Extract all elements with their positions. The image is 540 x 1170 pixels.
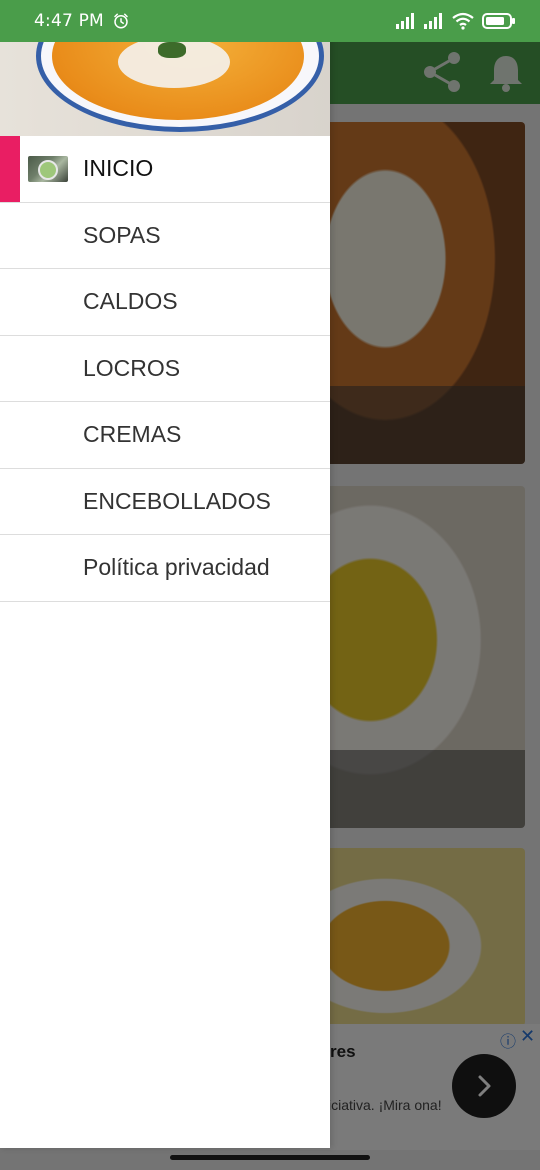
drawer-item-encebollados[interactable]: ENCEBOLLADOS — [0, 469, 330, 535]
soup-image-herb — [158, 42, 186, 58]
drawer-item-sopas[interactable]: SOPAS — [0, 203, 330, 269]
drawer-item-cremas[interactable]: CREMAS — [0, 402, 330, 469]
status-time: 4:47 PM — [34, 11, 104, 31]
drawer-item-label: CALDOS — [83, 288, 178, 315]
inicio-thumbnail-icon — [28, 156, 68, 182]
drawer-item-label: LOCROS — [83, 354, 181, 381]
drawer-item-privacy-policy[interactable]: Política privacidad — [0, 535, 330, 602]
alarm-icon — [114, 13, 128, 29]
drawer-item-label: INICIO — [83, 155, 154, 182]
drawer-item-locros[interactable]: LOCROS — [0, 336, 330, 402]
signal-icon — [396, 13, 414, 29]
drawer-header-image — [0, 36, 330, 136]
active-indicator — [0, 136, 20, 202]
drawer-item-label: SOPAS — [83, 221, 161, 248]
drawer-item-label: ENCEBOLLADOS — [83, 487, 271, 514]
drawer-item-caldos[interactable]: CALDOS — [0, 269, 330, 336]
navigation-drawer: INICIO SOPAS CALDOS LOCROS CREMAS ENCEBO… — [0, 36, 330, 1148]
status-icons — [396, 12, 516, 30]
battery-icon — [482, 13, 515, 29]
gesture-nav-handle[interactable] — [170, 1155, 370, 1160]
drawer-item-label: CREMAS — [83, 421, 182, 448]
signal-icon — [424, 13, 442, 29]
wifi-icon — [452, 12, 474, 30]
drawer-item-inicio[interactable]: INICIO — [0, 136, 330, 203]
status-bar: 4:47 PM — [0, 0, 540, 42]
drawer-item-label: Política privacidad — [83, 554, 270, 581]
